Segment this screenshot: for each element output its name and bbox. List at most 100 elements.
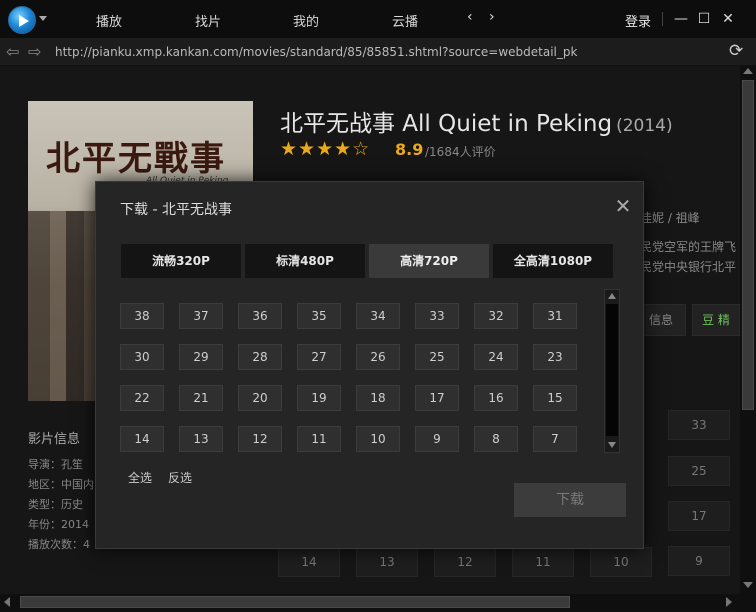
episode-button[interactable]: 7: [533, 426, 577, 452]
nav-cloud[interactable]: 云播: [392, 11, 418, 30]
episode-button[interactable]: 24: [474, 344, 518, 370]
episode-grid: 38 37 36 35 34 33 32 31 30 29 28 27 26 25 24 23 22 21 20 19…: [96, 290, 626, 452]
nav-play[interactable]: 播放: [96, 11, 122, 30]
download-dialog: 下载 - 北平无战事 ✕ 流畅320P 标清480P 高清720P 全高清108…: [95, 181, 644, 549]
info-genre: 类型：历史: [28, 498, 83, 511]
episode-cell-bg[interactable]: 9: [668, 546, 730, 576]
episode-button[interactable]: 19: [297, 385, 341, 411]
info-year: 年份：2014: [28, 518, 89, 531]
history-arrows[interactable]: ‹ ›: [467, 9, 501, 25]
scroll-thumb[interactable]: [20, 596, 570, 608]
scroll-up-icon[interactable]: [608, 293, 616, 299]
movie-title: 北平无战事 All Quiet in Peking (2014): [280, 104, 673, 138]
douban-button[interactable]: 豆 精: [692, 304, 740, 336]
forward-arrow-icon[interactable]: ⇨: [28, 42, 41, 61]
tab-quality-1080p[interactable]: 全高清1080P: [493, 244, 613, 278]
scroll-up-icon[interactable]: [743, 68, 753, 74]
episode-button[interactable]: 34: [356, 303, 400, 329]
play-icon: [19, 15, 29, 27]
episode-button[interactable]: 12: [238, 426, 282, 452]
episode-button[interactable]: 17: [415, 385, 459, 411]
scroll-right-icon[interactable]: [726, 597, 732, 607]
page-vertical-scrollbar[interactable]: [740, 66, 756, 594]
info-plays: 播放次数：4: [28, 538, 90, 551]
page-horizontal-scrollbar[interactable]: [0, 594, 740, 610]
close-icon[interactable]: ✕: [612, 194, 634, 218]
episode-button[interactable]: 31: [533, 303, 577, 329]
episode-button[interactable]: 26: [356, 344, 400, 370]
poster-title: 北平无戰事: [46, 139, 226, 179]
app-logo-icon[interactable]: [8, 6, 36, 34]
info-region: 地区：中国内: [28, 478, 94, 491]
tab-quality-480p[interactable]: 标清480P: [245, 244, 365, 278]
address-bar: ⇦ ⇨ http://pianku.xmp.kankan.com/movies/…: [0, 38, 756, 66]
download-button[interactable]: 下载: [514, 483, 626, 517]
movie-title-text: 北平无战事 All Quiet in Peking: [280, 111, 613, 137]
episode-button[interactable]: 16: [474, 385, 518, 411]
episode-button[interactable]: 32: [474, 303, 518, 329]
refresh-icon[interactable]: ⟳: [729, 41, 743, 61]
episode-button[interactable]: 13: [179, 426, 223, 452]
episode-cell-bg[interactable]: 12: [434, 547, 496, 577]
episode-button[interactable]: 21: [179, 385, 223, 411]
episode-button[interactable]: 25: [415, 344, 459, 370]
episode-button[interactable]: 37: [179, 303, 223, 329]
scroll-left-icon[interactable]: [4, 597, 10, 607]
minimize-icon[interactable]: —: [670, 8, 692, 30]
desc-text-2: 民党中央银行北平: [640, 260, 737, 274]
episode-button[interactable]: 33: [415, 303, 459, 329]
scrollbar-corner: [740, 594, 756, 612]
episode-cell-bg[interactable]: 33: [668, 410, 730, 440]
episode-button[interactable]: 8: [474, 426, 518, 452]
desc-text-1: 民党空军的王牌飞: [640, 240, 737, 254]
tab-quality-720p[interactable]: 高清720P: [369, 244, 489, 278]
tab-quality-320p[interactable]: 流畅320P: [121, 244, 241, 278]
episode-cell-bg[interactable]: 10: [590, 547, 652, 577]
chevron-down-icon[interactable]: [39, 16, 47, 21]
episode-cell-bg[interactable]: 14: [278, 547, 340, 577]
login-button[interactable]: 登录: [625, 11, 651, 30]
episode-cell-bg[interactable]: 13: [356, 547, 418, 577]
episode-button[interactable]: 15: [533, 385, 577, 411]
episode-cell-bg[interactable]: 17: [668, 501, 730, 531]
episode-cell-bg[interactable]: 25: [668, 456, 730, 486]
info-heading: 影片信息: [28, 432, 81, 447]
divider: [662, 12, 663, 26]
episode-button[interactable]: 18: [356, 385, 400, 411]
episode-button[interactable]: 10: [356, 426, 400, 452]
episode-scrollbar[interactable]: [604, 289, 620, 453]
episode-button[interactable]: 20: [238, 385, 282, 411]
episode-cell-bg[interactable]: 11: [512, 547, 574, 577]
scroll-thumb[interactable]: [742, 80, 754, 410]
episode-button[interactable]: 35: [297, 303, 341, 329]
rating-votes: /1684人评价: [425, 145, 496, 159]
cast-text: 佳妮 / 祖峰: [640, 211, 700, 225]
episode-button[interactable]: 28: [238, 344, 282, 370]
maximize-icon[interactable]: ☐: [693, 8, 715, 30]
episode-button[interactable]: 36: [238, 303, 282, 329]
dialog-title: 下载 - 北平无战事: [120, 202, 232, 218]
close-icon[interactable]: ✕: [717, 8, 739, 30]
episode-button[interactable]: 11: [297, 426, 341, 452]
movie-year: (2014): [616, 116, 673, 136]
episode-button[interactable]: 9: [415, 426, 459, 452]
episode-button[interactable]: 38: [120, 303, 164, 329]
episode-button[interactable]: 30: [120, 344, 164, 370]
scroll-down-icon[interactable]: [608, 442, 616, 448]
nav-mine[interactable]: 我的: [293, 11, 319, 30]
rating-score: 8.9: [395, 140, 424, 159]
scroll-down-icon[interactable]: [743, 582, 753, 588]
nav-find[interactable]: 找片: [195, 11, 221, 30]
episode-button[interactable]: 14: [120, 426, 164, 452]
rating-stars: ★★★★☆: [280, 138, 371, 160]
scroll-thumb[interactable]: [606, 304, 618, 436]
invert-select-link[interactable]: 反选: [168, 469, 192, 486]
back-arrow-icon[interactable]: ⇦: [6, 42, 19, 61]
episode-button[interactable]: 27: [297, 344, 341, 370]
episode-button[interactable]: 29: [179, 344, 223, 370]
episode-button[interactable]: 23: [533, 344, 577, 370]
episode-button[interactable]: 22: [120, 385, 164, 411]
title-bar: 播放 找片 我的 云播 ‹ › 登录 — ☐ ✕: [0, 0, 756, 38]
url-field[interactable]: http://pianku.xmp.kankan.com/movies/stan…: [55, 45, 577, 59]
select-all-link[interactable]: 全选: [128, 469, 152, 486]
